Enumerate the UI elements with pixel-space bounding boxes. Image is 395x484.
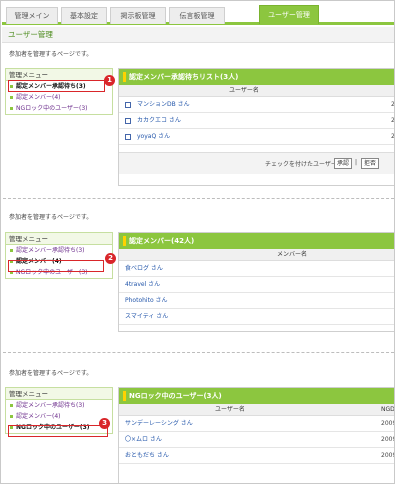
user-link[interactable]: おともだち さん	[125, 448, 169, 464]
menu-item-label: 認定メンバー(4)	[16, 94, 61, 101]
section-3-description: 参加者を管理するページです。	[9, 370, 93, 377]
step-badge-3: 3	[99, 418, 110, 429]
approve-button[interactable]: 承認	[334, 158, 353, 169]
table-row: 4travel さん	[119, 277, 394, 293]
step-badge-1: 1	[104, 75, 115, 86]
table-row: カカクエコ さん 2	[119, 113, 394, 129]
panel-title: 認定メンバー(42人)	[119, 233, 394, 249]
section-2-description: 参加者を管理するページです。	[9, 214, 93, 221]
menu-item-label: 認定メンバー承認待ち(3)	[16, 402, 85, 409]
section-1-description: 参加者を管理するページです。	[9, 51, 93, 58]
highlight-box-2	[8, 260, 104, 272]
bulk-action-bar: チェックを付けたユーザーを 承認 | 拒否	[119, 152, 394, 174]
tab-bar: 管理メイン 基本設定 掲示板管理 伝言板管理 ユーザー管理	[2, 2, 394, 25]
step-badge-2: 2	[105, 253, 116, 264]
user-link[interactable]: カカクエコ さん	[137, 113, 181, 129]
row-date: 2	[391, 101, 395, 108]
action-divider: |	[355, 159, 358, 166]
reject-button[interactable]: 拒否	[361, 158, 380, 169]
menu-item-label: 認定メンバー(4)	[16, 413, 61, 420]
row-date: 2	[391, 117, 395, 124]
column-header-member-name: メンバー名	[277, 251, 308, 258]
menu-item-pending-members[interactable]: 認定メンバー承認待ち(3)	[6, 245, 112, 256]
menu-item-label: 認定メンバー承認待ち(3)	[16, 247, 85, 254]
member-link[interactable]: Photohito さん	[125, 293, 168, 309]
menu-item-certified-members[interactable]: 認定メンバー(4)	[6, 92, 112, 103]
table-row: スマイティ さん	[119, 309, 394, 325]
row-date: 2009	[381, 452, 395, 459]
table-row: サンデーレーシング さん 2009	[119, 416, 394, 432]
table-row: 食べログ さん	[119, 261, 394, 277]
bullet-icon	[10, 96, 13, 99]
member-link[interactable]: 4travel さん	[125, 277, 160, 293]
ng-locked-users-panel: NGロック中のユーザー(3人) ユーザー名 NGD サンデーレーシング さん 2…	[118, 387, 394, 483]
user-link[interactable]: yoyaQ さん	[137, 129, 170, 145]
user-link[interactable]: マンションDB さん	[137, 97, 190, 113]
tab-bbs-admin[interactable]: 掲示板管理	[110, 7, 166, 24]
bullet-icon	[10, 249, 13, 252]
column-header-username: ユーザー名	[229, 87, 259, 94]
member-link[interactable]: スマイティ さん	[125, 309, 168, 325]
row-checkbox[interactable]	[125, 102, 131, 108]
row-date: 2009	[381, 420, 395, 427]
table-row: Photohito さん	[119, 293, 394, 309]
row-date: 2	[391, 133, 395, 140]
certified-members-panel: 認定メンバー(42人) メンバー名 食べログ さん 4travel さん Pho…	[118, 232, 394, 332]
column-header: ユーザー名 NGD	[119, 404, 394, 416]
menu-item-pending-members[interactable]: 認定メンバー承認待ち(3)	[6, 400, 112, 411]
page-title: ユーザー管理	[2, 27, 394, 43]
tab-basic-settings[interactable]: 基本設定	[61, 7, 107, 24]
column-header-ng-date: NGD	[381, 406, 395, 413]
member-link[interactable]: 食べログ さん	[125, 261, 163, 277]
column-header: ユーザー名	[119, 85, 394, 97]
user-link[interactable]: 〇×ムロ さん	[125, 432, 162, 448]
user-link[interactable]: サンデーレーシング さん	[125, 416, 193, 432]
panel-title: 認定メンバー承認待ちリスト(3人)	[119, 69, 394, 85]
tab-user-admin[interactable]: ユーザー管理	[259, 5, 319, 24]
bullet-icon	[10, 107, 13, 110]
tab-message-board-admin[interactable]: 伝言板管理	[169, 7, 225, 24]
column-header-username: ユーザー名	[215, 406, 245, 413]
admin-window: 管理メイン 基本設定 掲示板管理 伝言板管理 ユーザー管理 ユーザー管理 参加者…	[0, 0, 395, 484]
bulk-action-text: チェックを付けたユーザーを	[265, 161, 343, 168]
column-header: メンバー名	[119, 249, 394, 261]
menu-item-ng-locked-users[interactable]: NGロック中のユーザー(3)	[6, 103, 112, 114]
table-row: マンションDB さん 2	[119, 97, 394, 113]
panel-title: NGロック中のユーザー(3人)	[119, 388, 394, 404]
bullet-icon	[10, 415, 13, 418]
divider	[3, 352, 394, 353]
admin-menu-title: 管理メニュー	[6, 233, 112, 245]
table-row: おともだち さん 2009	[119, 448, 394, 464]
row-date: 2009	[381, 436, 395, 443]
pending-members-panel: 認定メンバー承認待ちリスト(3人) ユーザー名 マンションDB さん 2 カカク…	[118, 68, 394, 186]
table-row: 〇×ムロ さん 2009	[119, 432, 394, 448]
admin-menu-title: 管理メニュー	[6, 388, 112, 400]
table-row: yoyaQ さん 2	[119, 129, 394, 145]
menu-item-certified-members[interactable]: 認定メンバー(4)	[6, 411, 112, 422]
bullet-icon	[10, 404, 13, 407]
highlight-box-1	[8, 80, 105, 92]
row-checkbox[interactable]	[125, 118, 131, 124]
highlight-box-3	[8, 425, 108, 437]
row-checkbox[interactable]	[125, 134, 131, 140]
tab-admin-main[interactable]: 管理メイン	[6, 7, 58, 24]
divider	[3, 198, 394, 199]
menu-item-label: NGロック中のユーザー(3)	[16, 105, 88, 112]
